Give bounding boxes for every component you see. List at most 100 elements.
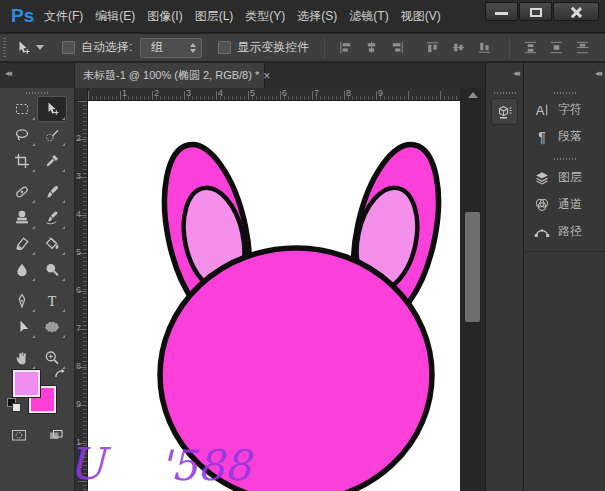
tool-paint-bucket[interactable] [37, 231, 67, 257]
tool-history-brush[interactable] [37, 205, 67, 231]
distribute-group [517, 39, 595, 56]
minimize-button[interactable] [485, 2, 518, 21]
document-tab-area: 未标题-1 @ 100% (椭圆 2, RGB/8) * × [75, 63, 485, 88]
tool-crop[interactable] [7, 148, 37, 174]
menu-item-6[interactable]: 滤镜(T) [343, 8, 394, 25]
collapse-wide-dock-icon[interactable]: ◂◂ [595, 68, 600, 78]
panel-tab-layers[interactable]: 图层 [524, 164, 605, 191]
scrollbar-thumb[interactable] [465, 212, 480, 322]
menu-item-1[interactable]: 编辑(E) [89, 8, 141, 25]
align-top-icon[interactable] [424, 39, 441, 56]
collapse-narrow-dock-icon[interactable]: ◂◂ [513, 68, 518, 78]
separator [324, 37, 325, 59]
tool-eraser[interactable] [7, 231, 37, 257]
align-middle-v-icon[interactable] [450, 39, 467, 56]
auto-select-target-dropdown[interactable]: 组 [140, 38, 202, 58]
menu-item-3[interactable]: 图层(L) [189, 8, 240, 25]
tool-path-selection[interactable] [7, 314, 37, 340]
menu-item-2[interactable]: 图像(I) [141, 8, 188, 25]
vruler-label: 5 [76, 247, 81, 257]
tool-type[interactable]: T [37, 288, 67, 314]
bunny-artwork [88, 101, 460, 491]
tool-lasso[interactable] [7, 122, 37, 148]
vruler-label: 8 [76, 361, 81, 371]
foreground-color-swatch[interactable] [13, 370, 40, 397]
minimize-icon [495, 12, 508, 15]
vruler-label: 7 [76, 323, 81, 333]
close-button[interactable] [553, 2, 599, 21]
tool-preset-dropdown-icon[interactable] [36, 45, 44, 50]
swap-colors-icon[interactable] [53, 368, 69, 384]
align-group-centers [419, 39, 497, 56]
watermark-left: U [75, 438, 105, 489]
align-group-edges [332, 39, 410, 56]
paragraph-icon: ¶ [533, 128, 551, 146]
tool-spot-healing-brush[interactable] [7, 179, 37, 205]
vruler-label: 6 [76, 285, 81, 295]
quick-mask-button[interactable] [8, 426, 30, 443]
tool-rectangular-marquee[interactable] [7, 96, 37, 122]
options-bar: 自动选择: 组 显示变换控件 [0, 34, 605, 62]
hruler-label: 6 [282, 88, 287, 98]
tool-dodge[interactable] [37, 257, 67, 283]
dist-top-icon[interactable] [522, 39, 539, 56]
document-tab[interactable]: 未标题-1 @ 100% (椭圆 2, RGB/8) * × [75, 63, 265, 88]
vruler-label: 9 [76, 399, 81, 409]
maximize-button[interactable] [519, 2, 552, 21]
align-left-icon[interactable] [337, 39, 354, 56]
tool-hand[interactable] [7, 345, 37, 371]
screen-mode-button[interactable] [45, 426, 67, 443]
svg-text:T: T [48, 294, 57, 309]
menu-item-0[interactable]: 文件(F) [38, 8, 89, 25]
menu-item-4[interactable]: 类型(Y) [239, 8, 291, 25]
collapse-tools-icon[interactable]: ◂◂ [5, 68, 10, 78]
scrollbar-track[interactable] [460, 88, 485, 491]
scroll-up-icon[interactable] [468, 92, 478, 98]
tool-ellipse-shape[interactable] [37, 314, 67, 340]
tool-brush[interactable] [37, 179, 67, 205]
svg-text:A: A [536, 102, 545, 117]
tab-close-icon[interactable]: × [263, 69, 270, 83]
tool-quick-selection[interactable] [37, 122, 67, 148]
panel-tab-paragraph[interactable]: ¶段落 [524, 123, 605, 150]
options-grip [3, 38, 6, 58]
wide-dock-grip[interactable] [554, 92, 576, 94]
tool-clone-stamp[interactable] [7, 205, 37, 231]
vruler-label: 4 [76, 209, 81, 219]
hruler-label: 1 [122, 88, 127, 98]
auto-select-checkbox[interactable] [62, 41, 75, 54]
show-transform-checkbox[interactable] [218, 41, 231, 54]
narrow-dock-header: ◂◂ [485, 63, 523, 88]
panel-tab-character[interactable]: A字符 [524, 96, 605, 123]
align-center-h-icon[interactable] [363, 39, 380, 56]
auto-select-label: 自动选择: [81, 39, 132, 56]
tab-row: ◂◂ 未标题-1 @ 100% (椭圆 2, RGB/8) * × ◂◂ ◂◂ [0, 63, 605, 88]
move-tool-icon [14, 39, 32, 57]
hruler-label: 5 [250, 88, 255, 98]
3d-panel-button[interactable] [491, 98, 518, 125]
tool-blur[interactable] [7, 257, 37, 283]
canvas-area: 123456789 234567891 U '588 [75, 88, 485, 491]
window-controls [484, 2, 599, 21]
panel-tab-channels[interactable]: 通道 [524, 191, 605, 218]
align-bottom-icon[interactable] [476, 39, 493, 56]
tools-grip[interactable] [26, 92, 48, 94]
separator [509, 37, 510, 59]
default-colors-icon[interactable] [7, 398, 21, 412]
layers-icon [533, 169, 551, 187]
dist-bottom-icon[interactable] [574, 39, 591, 56]
show-transform-label: 显示变换控件 [237, 39, 309, 56]
tool-eyedropper[interactable] [37, 148, 67, 174]
menu-item-7[interactable]: 视图(V) [395, 8, 447, 25]
align-right-icon[interactable] [389, 39, 406, 56]
narrow-dock-grip[interactable] [494, 92, 516, 94]
hruler-label: 2 [154, 88, 159, 98]
dropdown-spinner-icon [190, 43, 196, 53]
tool-pen[interactable] [7, 288, 37, 314]
document-canvas[interactable] [88, 101, 460, 491]
panel-tab-paths[interactable]: 路径 [524, 218, 605, 245]
menu-item-5[interactable]: 选择(S) [291, 8, 343, 25]
tool-move[interactable] [37, 96, 67, 122]
hruler-label: 3 [186, 88, 191, 98]
dist-middle-icon[interactable] [548, 39, 565, 56]
